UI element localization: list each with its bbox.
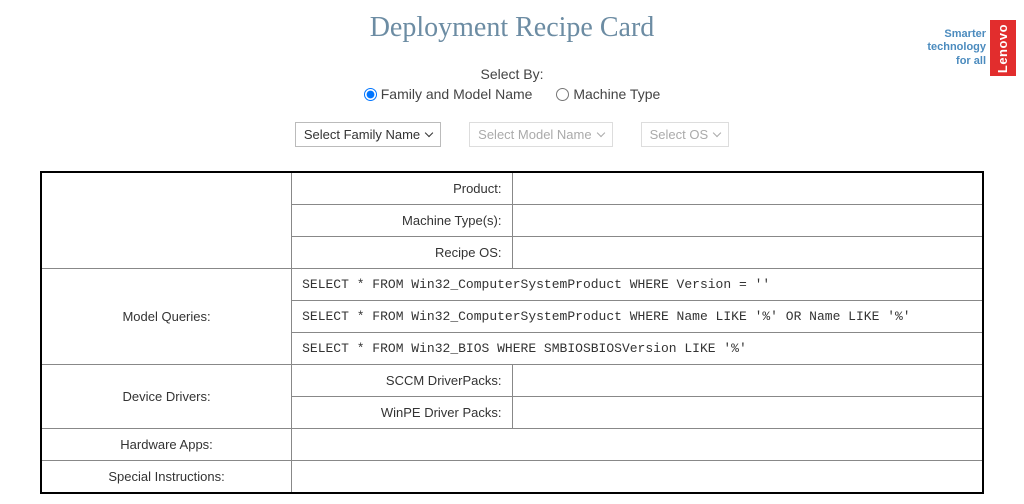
radio-machine-type-input[interactable]: [556, 88, 569, 101]
model-select: Select Model Name: [469, 122, 612, 147]
winpe-label: WinPE Driver Packs:: [292, 396, 512, 428]
lenovo-logo-icon: Lenovo: [990, 20, 1016, 76]
select-label: Select OS: [650, 127, 709, 142]
tagline-line: for all: [927, 55, 986, 68]
recipe-os-label: Recipe OS:: [292, 236, 512, 268]
hardware-apps-label: Hardware Apps:: [41, 428, 292, 460]
hardware-apps-value: [292, 428, 983, 460]
radio-family-model-input[interactable]: [364, 88, 377, 101]
table-row: Hardware Apps:: [41, 428, 983, 460]
selects-row: Select Family Name Select Model Name Sel…: [0, 122, 1024, 147]
radio-label: Machine Type: [573, 86, 660, 102]
special-instructions-label: Special Instructions:: [41, 460, 292, 493]
model-query: SELECT * FROM Win32_BIOS WHERE SMBIOSBIO…: [292, 332, 983, 364]
recipe-table: Product: Machine Type(s): Recipe OS: Mod…: [40, 171, 984, 494]
chevron-down-icon: [425, 128, 433, 136]
radio-machine-type[interactable]: Machine Type: [556, 86, 660, 102]
table-row: Model Queries: SELECT * FROM Win32_Compu…: [41, 268, 983, 300]
sccm-label: SCCM DriverPacks:: [292, 364, 512, 396]
chevron-down-icon: [713, 128, 721, 136]
tagline-line: Smarter: [927, 28, 986, 41]
brand-logo: Smarter technology for all Lenovo: [927, 20, 1016, 76]
table-row: Device Drivers: SCCM DriverPacks:: [41, 364, 983, 396]
product-value: [512, 172, 983, 205]
select-label: Select Family Name: [304, 127, 420, 142]
model-queries-label: Model Queries:: [41, 268, 292, 364]
sccm-value: [512, 364, 983, 396]
radio-label: Family and Model Name: [381, 86, 533, 102]
table-row: Product:: [41, 172, 983, 205]
radio-family-model[interactable]: Family and Model Name: [364, 86, 533, 102]
os-select: Select OS: [641, 122, 730, 147]
model-query: SELECT * FROM Win32_ComputerSystemProduc…: [292, 300, 983, 332]
machine-types-label: Machine Type(s):: [292, 204, 512, 236]
recipe-os-value: [512, 236, 983, 268]
chevron-down-icon: [596, 128, 604, 136]
select-label: Select Model Name: [478, 127, 591, 142]
product-label: Product:: [292, 172, 512, 205]
winpe-value: [512, 396, 983, 428]
select-by-label: Select By:: [0, 66, 1024, 82]
page-title: Deployment Recipe Card: [0, 0, 1024, 44]
special-instructions-value: [292, 460, 983, 493]
device-drivers-label: Device Drivers:: [41, 364, 292, 428]
model-query: SELECT * FROM Win32_ComputerSystemProduc…: [292, 268, 983, 300]
machine-types-value: [512, 204, 983, 236]
table-row: Special Instructions:: [41, 460, 983, 493]
family-select[interactable]: Select Family Name: [295, 122, 441, 147]
tagline-line: technology: [927, 41, 986, 54]
select-by-radio-group: Family and Model Name Machine Type: [0, 86, 1024, 104]
